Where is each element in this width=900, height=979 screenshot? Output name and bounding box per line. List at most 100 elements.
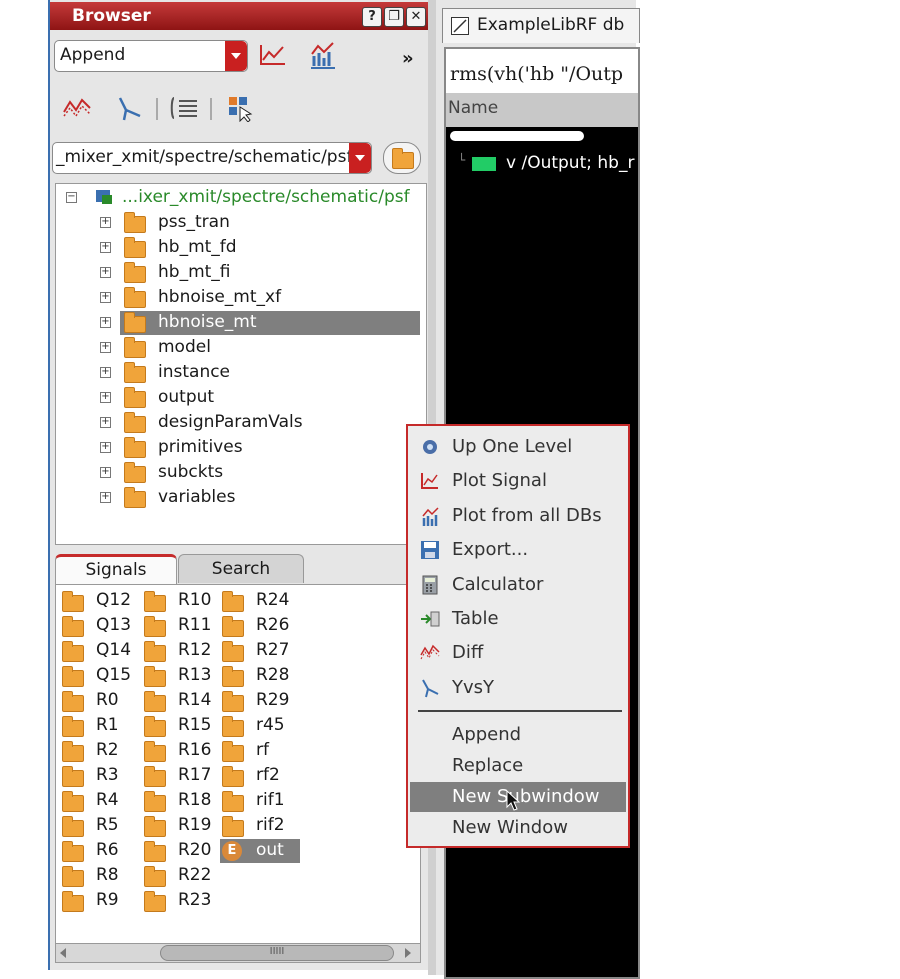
menu-item[interactable]: Table [410,604,626,634]
open-folder-button[interactable] [383,142,421,174]
signal-item[interactable]: rif1 [220,789,294,813]
tree-item[interactable]: hb_mt_fd [120,236,420,260]
expand-icon[interactable]: + [100,267,111,278]
restore-icon[interactable]: ❐ [384,7,404,27]
collapse-icon[interactable]: − [66,192,77,203]
tree-item[interactable]: hbnoise_mt_xf [120,286,420,310]
signal-item[interactable]: Eout [220,839,300,863]
signal-item[interactable]: r45 [220,714,294,738]
signal-item[interactable]: Q15 [60,664,134,688]
tab-search[interactable]: Search [178,554,304,583]
plot-mode-combo[interactable]: Append [54,40,248,72]
signals-list[interactable]: Q12 Q13 Q14 Q15 R0 R1 R2 R3 R4 R5 R6 R8 R9 R10 R11 R12 R… [55,584,421,946]
menu-item[interactable]: Replace [410,751,626,781]
signal-entry[interactable]: v /Output; hb_r [506,153,634,173]
signal-item[interactable]: R19 [142,814,216,838]
menu-item[interactable]: New Subwindow [410,782,626,812]
signal-item[interactable]: R14 [142,689,216,713]
diff-icon[interactable] [62,96,94,120]
tree-item[interactable]: designParamVals [120,411,420,435]
signal-item[interactable]: R23 [142,889,216,913]
signal-item[interactable]: R28 [220,664,294,688]
tree-item[interactable]: subckts [120,461,420,485]
menu-item[interactable]: Diff [410,638,626,668]
tree-item[interactable]: model [120,336,420,360]
menu-item[interactable]: Calculator [410,570,626,600]
signal-item[interactable]: R2 [60,739,134,763]
menu-item[interactable]: Plot Signal [410,466,626,496]
tree-root-label[interactable]: ...ixer_xmit/spectre/schematic/psf [122,187,410,211]
signal-item[interactable]: rf2 [220,764,294,788]
signal-item[interactable]: R8 [60,864,134,888]
signal-item[interactable]: R13 [142,664,216,688]
expand-icon[interactable]: + [100,217,111,228]
tab-signals[interactable]: Signals [55,554,177,585]
results-path-combo[interactable]: _mixer_xmit/spectre/schematic/psf [52,142,372,174]
expand-icon[interactable]: + [100,367,111,378]
signal-item[interactable]: R29 [220,689,294,713]
expand-icon[interactable]: + [100,492,111,503]
signal-item[interactable]: R0 [60,689,134,713]
scroll-right-icon[interactable] [405,948,411,958]
signal-item[interactable]: R26 [220,614,294,638]
signal-item[interactable]: R1 [60,714,134,738]
expand-icon[interactable]: + [100,292,111,303]
expand-icon[interactable]: + [100,317,111,328]
tree-item[interactable]: instance [120,361,420,385]
tree-item[interactable]: pss_tran [120,211,420,235]
signal-item[interactable]: R22 [142,864,216,888]
signal-item[interactable]: R5 [60,814,134,838]
expand-icon[interactable]: + [100,417,111,428]
menu-item[interactable]: New Window [410,813,626,843]
graph-window-tab[interactable]: ExampleLibRF db [442,8,640,43]
signal-item[interactable]: R20 [142,839,216,863]
signal-item[interactable]: R4 [60,789,134,813]
chevron-down-icon[interactable] [225,41,247,71]
signal-item[interactable]: R3 [60,764,134,788]
signal-item[interactable]: R6 [60,839,134,863]
expand-icon[interactable]: + [100,242,111,253]
horizontal-scrollbar[interactable]: IIIII [55,943,421,963]
menu-item[interactable]: Export... [410,535,626,565]
plot-all-dbs-icon[interactable] [308,40,338,70]
expand-icon[interactable]: + [100,392,111,403]
signal-item[interactable]: R17 [142,764,216,788]
menu-item[interactable]: YvsY [410,673,626,703]
tree-item[interactable]: primitives [120,436,420,460]
expand-icon[interactable]: + [100,467,111,478]
signal-item[interactable]: R27 [220,639,294,663]
help-icon[interactable]: ? [362,7,382,27]
signal-item[interactable]: R9 [60,889,134,913]
yvsy-icon[interactable] [114,94,144,122]
close-icon[interactable]: ✕ [406,7,426,27]
signal-item[interactable]: Q14 [60,639,134,663]
select-icon[interactable] [226,94,256,122]
tree-item[interactable]: hbnoise_mt [120,311,420,335]
signal-item[interactable]: Q12 [60,589,134,613]
signal-item[interactable]: R15 [142,714,216,738]
signal-item[interactable]: Q13 [60,614,134,638]
signal-item[interactable]: rf [220,739,294,763]
signal-item[interactable]: R16 [142,739,216,763]
signal-item[interactable]: R24 [220,589,294,613]
scroll-thumb[interactable]: IIIII [160,945,394,961]
expand-icon[interactable]: + [100,442,111,453]
more-options[interactable]: » [402,48,414,69]
plot-signal-icon[interactable] [258,42,288,68]
chevron-down-icon[interactable] [349,143,371,173]
list-view-icon[interactable] [170,96,200,120]
menu-item[interactable]: Plot from all DBs [410,501,626,531]
signal-item[interactable]: R12 [142,639,216,663]
signal-item[interactable]: R18 [142,789,216,813]
results-tree[interactable]: − ...ixer_xmit/spectre/schematic/psf + ps… [55,183,427,545]
signal-item[interactable]: rif2 [220,814,294,838]
signal-item[interactable]: R11 [142,614,216,638]
tree-item[interactable]: hb_mt_fi [120,261,420,285]
menu-item[interactable]: Append [410,720,626,750]
tree-item[interactable]: variables [120,486,420,510]
expand-icon[interactable]: + [100,342,111,353]
tree-item[interactable]: output [120,386,420,410]
signal-item[interactable]: R10 [142,589,216,613]
expression-field[interactable]: rms(vh('hb "/Outp [446,49,638,93]
scroll-left-icon[interactable] [60,948,66,958]
